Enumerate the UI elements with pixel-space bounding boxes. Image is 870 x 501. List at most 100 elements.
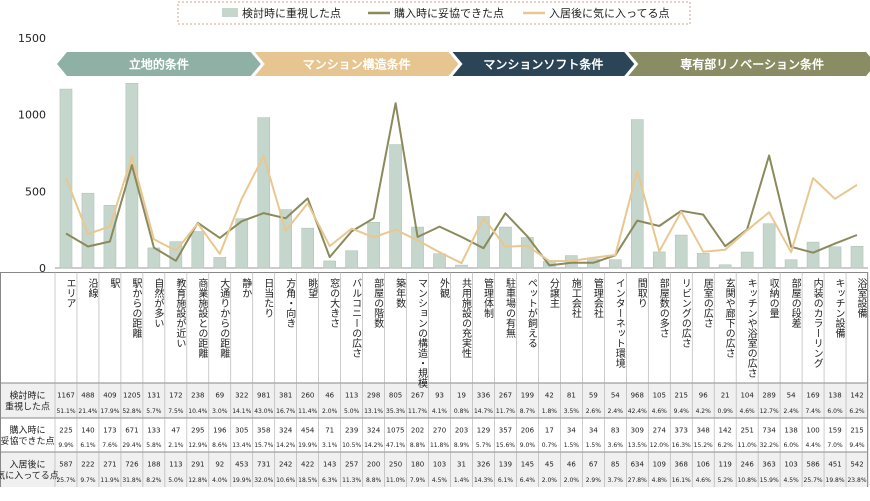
bar [389, 144, 402, 269]
category-label: 外観 [438, 278, 450, 299]
cell-value: 298 [367, 392, 380, 400]
cell-percent: 12.9% [188, 442, 207, 449]
category-label: 駅 [108, 278, 120, 289]
cell-value: 85 [611, 461, 620, 469]
cell-percent: 9.4% [674, 408, 690, 415]
cell-value: 21 [721, 392, 730, 400]
cell-percent: 15.9% [760, 477, 779, 484]
cell-value: 138 [828, 392, 841, 400]
category-label-group: 方角・向き [284, 277, 296, 328]
cell-percent: 8.9% [454, 442, 470, 449]
row-label: 検討時に [9, 390, 45, 402]
category-label-group: 収納の量 [767, 278, 779, 318]
cell-value: 363 [762, 461, 775, 469]
cell-percent: 8.8% [366, 477, 382, 484]
cell-percent: 2.4% [783, 408, 799, 415]
cell-percent: 7.6% [102, 442, 118, 449]
cell-percent: 5.0% [168, 477, 184, 484]
category-label-group: ペットが飼える [525, 278, 537, 348]
category-label: リビングの広さ [679, 278, 691, 348]
cell-value: 96 [699, 392, 708, 400]
bar [828, 246, 842, 269]
legend-label-compromise: 購入時に妥協できた点 [394, 6, 504, 20]
cell-percent: 13.4% [232, 442, 251, 449]
category-label: 眺望 [306, 277, 318, 298]
category-label: バルコニーの広さ [350, 278, 362, 358]
cell-value: 139 [499, 461, 512, 469]
cell-percent: 5.7% [146, 408, 162, 415]
cell-value: 726 [125, 461, 139, 469]
cell-percent: 6.0% [783, 442, 799, 449]
group-banner-label: マンション構造条件 [303, 57, 411, 72]
category-label-group: 商業施設との距離 [196, 277, 208, 359]
cell-percent: 13.5% [628, 442, 647, 449]
cell-percent: 42.4% [628, 408, 647, 415]
cell-value: 671 [125, 426, 138, 434]
bar [652, 251, 666, 269]
bar [740, 251, 754, 269]
category-label-group: 沿線 [86, 278, 98, 298]
cell-percent: 5.8% [146, 442, 162, 449]
row-label: 気に入ってる点 [0, 470, 59, 482]
cell-percent: 2.0% [322, 408, 338, 415]
bar [257, 117, 271, 269]
cell-percent: 6.2% [849, 408, 865, 415]
cell-percent: 19.9% [232, 477, 251, 484]
cell-percent: 3.0% [212, 408, 228, 415]
category-label: 部屋の階数 [372, 277, 384, 329]
cell-value: 250 [389, 461, 402, 469]
cell-percent: 21.4% [78, 408, 97, 415]
cell-percent: 11.7% [408, 408, 427, 415]
cell-value: 215 [675, 392, 688, 400]
cell-value: 142 [850, 392, 863, 400]
cell-percent: 10.8% [738, 477, 757, 484]
cell-percent: 10.6% [276, 477, 295, 484]
category-label-group: キッチンや浴室の広さ [745, 278, 757, 378]
group-banner-label: マンションソフト条件 [483, 57, 603, 72]
cell-percent: 1.8% [542, 408, 558, 415]
cell-percent: 1.4% [454, 477, 470, 484]
chart-svg: 検討時に重視した点 購入時に妥協できた点 入居後に気に入ってる点0500100015… [0, 1, 870, 487]
cell-value: 238 [191, 392, 204, 400]
cell-percent: 25.7% [804, 477, 823, 484]
cell-percent: 6.1% [498, 477, 514, 484]
cell-percent: 1.5% [586, 442, 602, 449]
bar [301, 227, 314, 269]
cell-value: 251 [740, 426, 753, 434]
group-banner-label: 専有部リノベーション条件 [680, 57, 824, 72]
cell-percent: 6.4% [520, 477, 536, 484]
category-label: 築年数 [394, 277, 406, 309]
category-label-group: 管理会社 [591, 277, 603, 319]
category-label-group: 駅からの距離 [130, 278, 142, 339]
cell-value: 131 [147, 392, 160, 400]
cell-percent: 9.4% [849, 442, 865, 449]
cell-value: 42 [545, 392, 554, 400]
cell-percent: 9.9% [58, 442, 74, 449]
category-label: 玄関や廊下の広さ [723, 277, 735, 358]
cell-value: 336 [477, 392, 491, 400]
cell-percent: 5.7% [476, 442, 492, 449]
cell-value: 453 [235, 461, 248, 469]
cell-percent: 14.7% [474, 408, 493, 415]
cell-value: 289 [762, 392, 775, 400]
cell-value: 271 [103, 461, 116, 469]
cell-value: 981 [257, 392, 270, 400]
category-label: 大通りからの距離 [218, 277, 230, 359]
cell-value: 1167 [57, 392, 75, 400]
cell-value: 206 [521, 426, 535, 434]
cell-percent: 6.2% [718, 442, 734, 449]
cell-value: 291 [191, 461, 204, 469]
cell-value: 31 [457, 461, 466, 469]
cell-percent: 4.5% [783, 477, 799, 484]
cell-percent: 51.1% [56, 408, 75, 415]
row-label: 重視した点 [5, 401, 50, 413]
cell-percent: 8.7% [520, 408, 536, 415]
cell-value: 92 [215, 461, 224, 469]
cell-value: 142 [718, 426, 731, 434]
cell-percent: 15.2% [694, 442, 713, 449]
cell-percent: 3.1% [322, 442, 338, 449]
bar [674, 234, 688, 269]
group-banner-label: 立地的条件 [129, 57, 189, 72]
cell-value: 129 [477, 426, 490, 434]
cell-percent: 0.9% [718, 408, 734, 415]
